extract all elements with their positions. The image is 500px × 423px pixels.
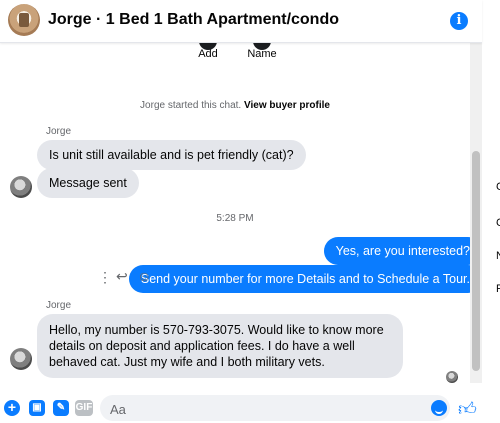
gif-icon[interactable]: GIF (75, 400, 93, 416)
message-input-box[interactable] (100, 395, 450, 421)
chat-header: Jorge · 1 Bed 1 Bath Apartment/condo i (0, 0, 482, 43)
reply-icon[interactable]: ↩ (116, 268, 128, 285)
right-panel-letter: C (496, 181, 500, 193)
add-action[interactable]: Add (178, 32, 238, 60)
message-input[interactable] (108, 399, 427, 419)
message-bubble-incoming[interactable]: Message sent (37, 168, 139, 198)
right-panel (482, 0, 500, 423)
chat-started-notice: Jorge started this chat. View buyer prof… (0, 100, 470, 111)
photo-icon[interactable]: ▣ (29, 400, 45, 416)
right-panel-letter: N (496, 250, 500, 262)
info-icon[interactable]: i (450, 12, 468, 30)
message-bubble-incoming[interactable]: Is unit still available and is pet frien… (37, 140, 306, 170)
right-panel-letter: C (496, 217, 500, 229)
chat-started-text: Jorge started this chat. (140, 100, 242, 111)
sender-name: Jorge (46, 126, 72, 137)
scrollbar-thumb[interactable] (472, 151, 480, 371)
like-icon[interactable]: 👍︎ (458, 398, 477, 420)
message-bubble-outgoing[interactable]: Send your number for more Details and to… (128, 265, 482, 293)
sticker-icon[interactable]: ✎ (53, 400, 69, 416)
view-buyer-profile-link[interactable]: View buyer profile (244, 100, 330, 111)
right-panel-letter: P (496, 283, 500, 295)
name-action[interactable]: Name (232, 32, 292, 60)
plus-icon[interactable]: + (4, 400, 20, 416)
chat-title[interactable]: Jorge · 1 Bed 1 Bath Apartment/condo (48, 11, 339, 29)
react-icon[interactable]: ☺ (137, 268, 151, 284)
message-bubble-incoming[interactable]: Hello, my number is 570-793-3075. Would … (37, 314, 403, 378)
sender-name: Jorge (46, 300, 72, 311)
emoji-icon[interactable] (431, 400, 447, 416)
message-bubble-outgoing[interactable]: Yes, are you interested? (323, 237, 482, 265)
scrollbar[interactable] (470, 43, 482, 383)
more-options-icon[interactable]: ⋮ (98, 269, 112, 286)
message-timestamp: 5:28 PM (216, 213, 254, 224)
sender-avatar[interactable] (10, 348, 32, 370)
listing-thumbnail[interactable] (8, 4, 40, 36)
composer-bar: + ▣ ✎ GIF 👍︎ (0, 391, 482, 423)
seen-avatar (446, 371, 458, 383)
sender-avatar[interactable] (10, 176, 32, 198)
